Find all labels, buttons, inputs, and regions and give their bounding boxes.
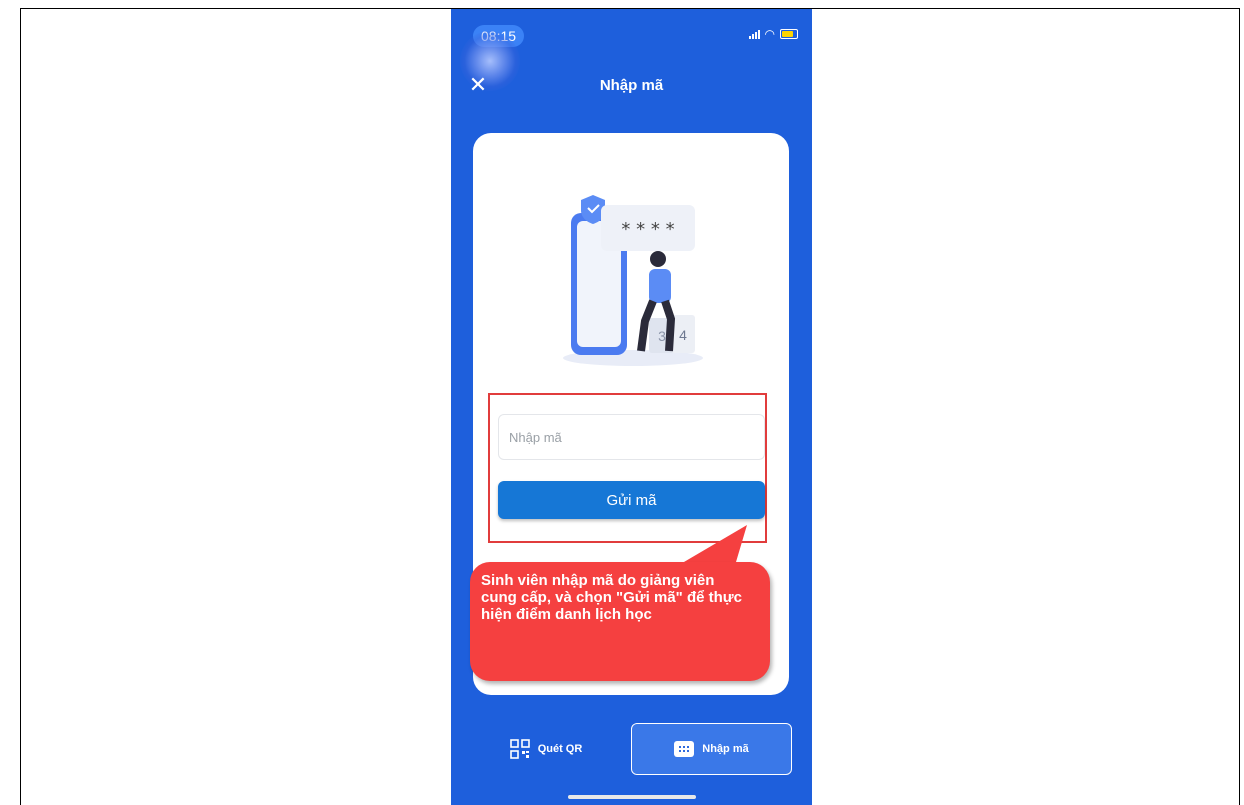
home-indicator [568,795,696,799]
tab-enter-code-label: Nhập mã [702,743,749,755]
block-4-text: 4 [679,327,687,343]
code-input[interactable] [498,414,765,460]
keyboard-icon [674,741,695,757]
block-3-text: 3 [658,328,666,344]
instruction-callout: Sinh viên nhập mã do giảng viên cung cấp… [470,562,770,681]
code-entry-illustration: * * * * 3 4 [563,195,703,366]
bottom-tab-bar: Quét QR Nhập mã [451,723,812,777]
status-icons: ◠ [748,27,798,41]
phone-screen: 08:15 ◠ ✕ Nhập mã * * * * 3 4 [451,9,812,805]
tab-scan-qr[interactable]: Quét QR [471,723,621,775]
callout-text: Sinh viên nhập mã do giảng viên cung cấp… [481,572,742,623]
signal-icon [748,29,760,39]
submit-code-button[interactable]: Gửi mã [498,481,765,519]
qr-code-icon [509,739,530,759]
tab-scan-qr-label: Quét QR [537,743,583,755]
code-mask-text: * * * * [621,219,674,240]
battery-icon [780,29,798,39]
page-title: Nhập mã [599,77,664,94]
wifi-icon: ◠ [764,27,775,41]
tab-enter-code[interactable]: Nhập mã [631,723,792,775]
